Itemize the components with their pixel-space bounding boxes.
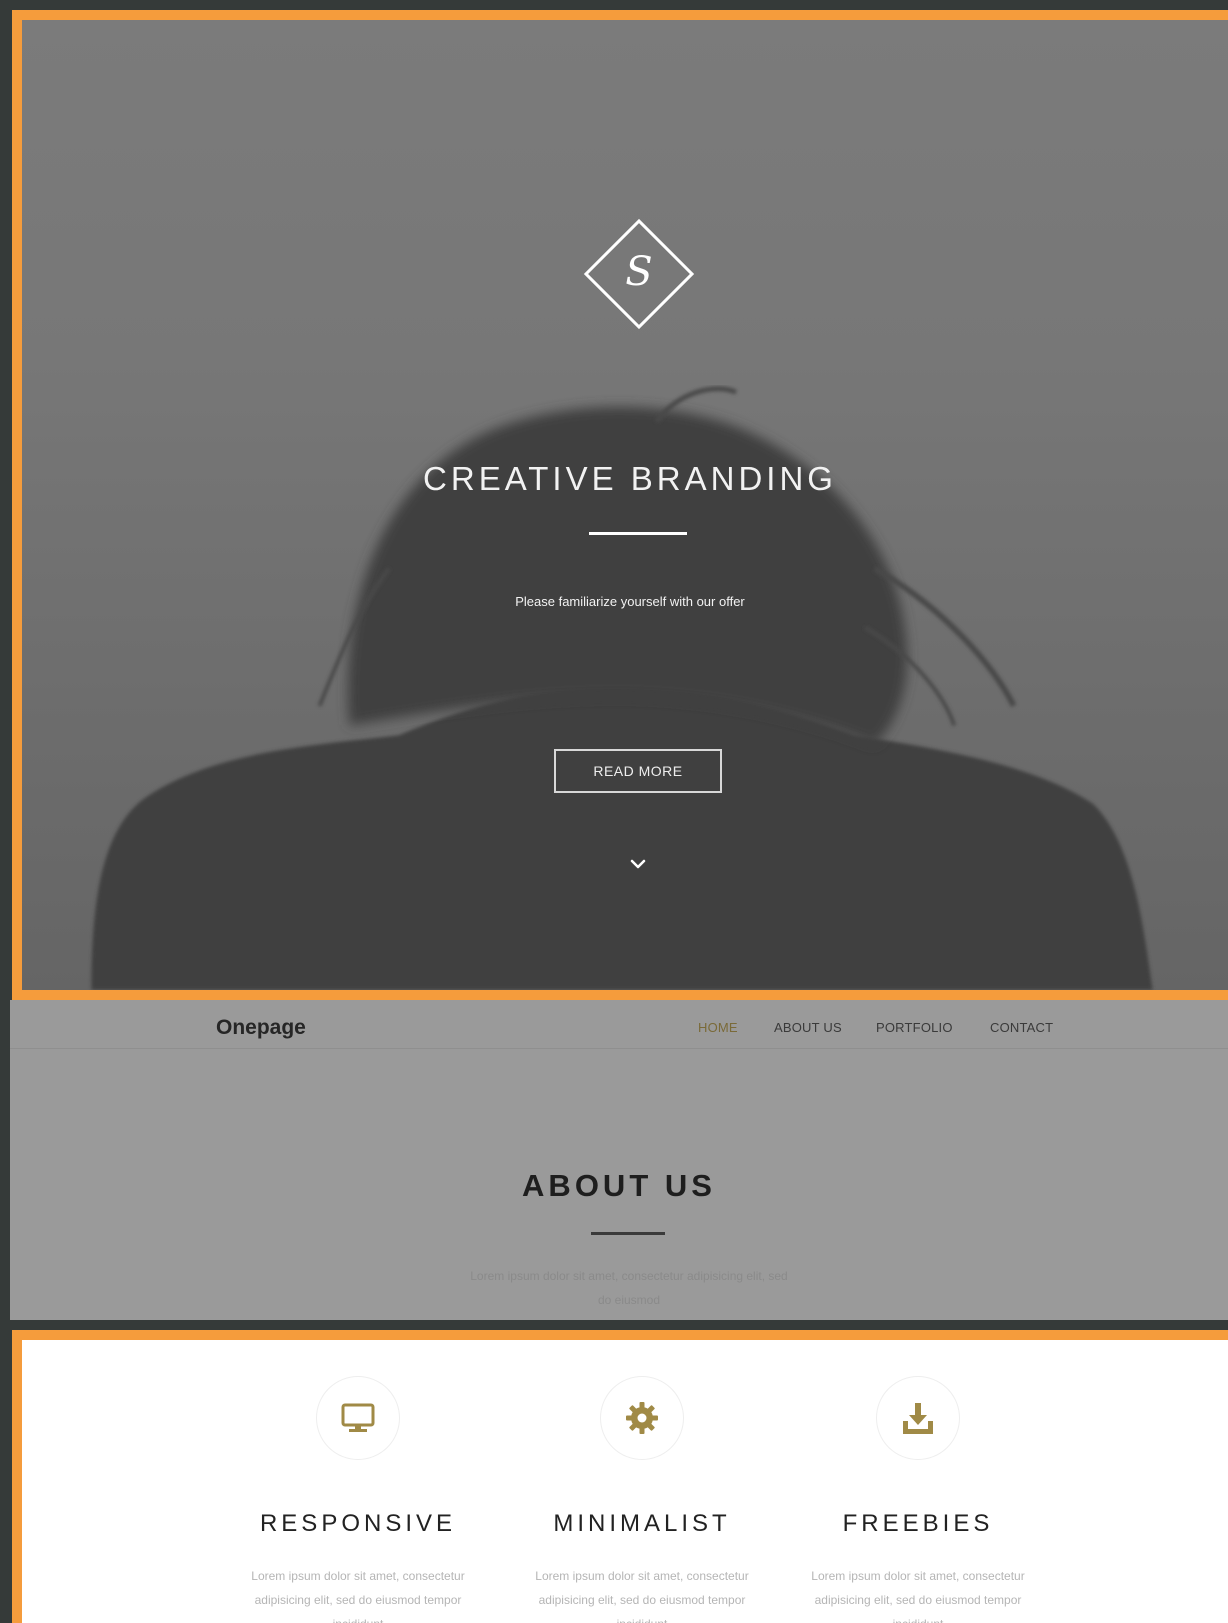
navbar: Onepage HOME ABOUT US PORTFOLIO CONTACT	[10, 1000, 1228, 1049]
features-section: RESPONSIVE Lorem ipsum dolor sit amet, c…	[12, 1330, 1228, 1623]
feature-title: RESPONSIVE	[259, 1510, 457, 1537]
about-title: ABOUT US	[522, 1168, 716, 1203]
hero-title: CREATIVE BRANDING	[423, 460, 837, 497]
feature-icon-circle	[876, 1376, 960, 1460]
hero-subtitle: Please familiarize yourself with our off…	[515, 594, 745, 609]
read-more-button[interactable]: READ MORE	[554, 749, 722, 793]
hero-section: S CREATIVE BRANDING Please familiarize y…	[12, 10, 1228, 1000]
about-divider	[591, 1232, 665, 1235]
feature-icon-circle	[600, 1376, 684, 1460]
feature-text: Lorem ipsum dolor sit amet, consectetur …	[535, 1569, 749, 1623]
feature-icon-circle	[316, 1376, 400, 1460]
nav-item-contact[interactable]: CONTACT	[990, 1020, 1053, 1035]
feature-title: FREEBIES	[842, 1510, 994, 1537]
hero-divider	[589, 532, 687, 535]
nav-item-about-us[interactable]: ABOUT US	[774, 1020, 842, 1035]
brand-logo[interactable]: Onepage	[216, 1016, 306, 1040]
chevron-down-icon[interactable]	[626, 852, 650, 876]
nav-item-home[interactable]: HOME	[698, 1020, 738, 1035]
nav-item-portfolio[interactable]: PORTFOLIO	[876, 1020, 953, 1035]
about-section: Onepage HOME ABOUT US PORTFOLIO CONTACT …	[10, 1000, 1228, 1320]
about-text: Lorem ipsum dolor sit amet, consectetur …	[470, 1269, 788, 1307]
feature-text: Lorem ipsum dolor sit amet, consectetur …	[811, 1569, 1025, 1623]
gear-icon	[626, 1402, 658, 1434]
monitor-icon	[341, 1403, 375, 1432]
logo-glyph: S	[625, 249, 653, 295]
feature-title: MINIMALIST	[553, 1510, 731, 1537]
download-icon	[903, 1403, 933, 1434]
feature-text: Lorem ipsum dolor sit amet, consectetur …	[251, 1569, 465, 1623]
